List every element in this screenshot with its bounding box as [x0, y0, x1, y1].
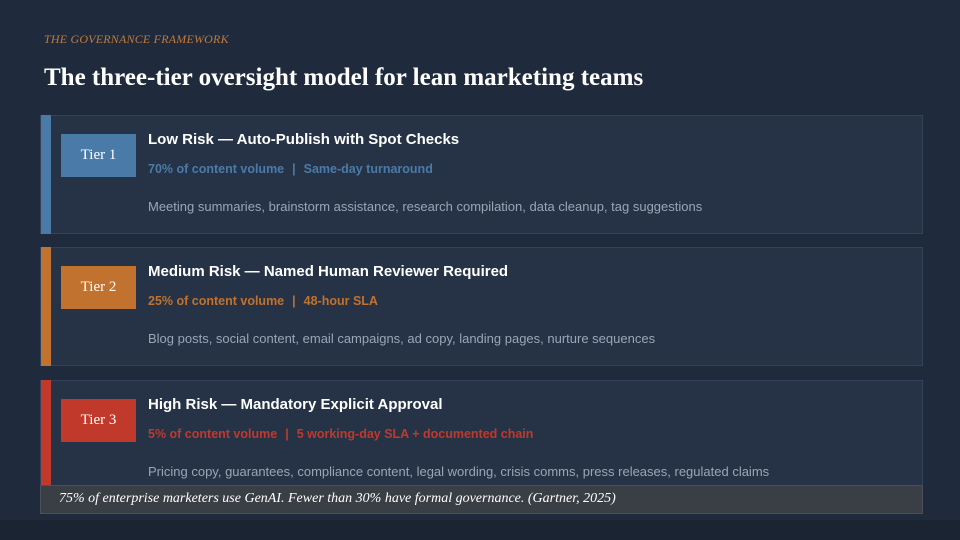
tier-2-accent-bar: [41, 247, 51, 366]
tier-1-description: Meeting summaries, brainstorm assistance…: [148, 199, 703, 214]
tier-2-heading: Medium Risk — Named Human Reviewer Requi…: [148, 263, 509, 280]
tier-3-description: Pricing copy, guarantees, compliance con…: [148, 464, 770, 479]
tier-3-heading: High Risk — Mandatory Explicit Approval: [148, 396, 443, 413]
tier-2-description: Blog posts, social content, email campai…: [148, 331, 656, 346]
tier-1-separator: |: [292, 162, 296, 176]
tier-2-card: Tier 2 Medium Risk — Named Human Reviewe…: [40, 247, 923, 366]
tier-1-accent-bar: [41, 115, 51, 234]
tier-3-stats: 5% of content volume | 5 working-day SLA +…: [148, 427, 533, 441]
tier-1-heading: Low Risk — Auto-Publish with Spot Checks: [148, 131, 460, 148]
tier-2-badge: Tier 2: [61, 266, 136, 309]
tier-3-separator: |: [285, 427, 289, 441]
slide-title: The three-tier oversight model for lean …: [44, 64, 644, 91]
tier-1-badge: Tier 1: [61, 134, 136, 177]
tier-1-volume: 70% of content volume: [148, 162, 285, 176]
tier-1-stats: 70% of content volume | Same-day turnaroun…: [148, 162, 433, 176]
tier-2-volume: 25% of content volume: [148, 294, 285, 308]
tier-3-accent-bar: [41, 380, 51, 499]
section-kicker: THE GOVERNANCE FRAMEWORK: [44, 32, 229, 46]
tier-3-card: Tier 3 High Risk — Mandatory Explicit Ap…: [40, 380, 923, 499]
tier-2-stats: 25% of content volume | 48-hour SLA: [148, 294, 378, 308]
tier-3-volume: 5% of content volume: [148, 427, 278, 441]
tier-3-turnaround: 5 working-day SLA + documented chain: [296, 427, 534, 441]
tier-1-card: Tier 1 Low Risk — Auto-Publish with Spot…: [40, 115, 923, 234]
tier-1-turnaround: Same-day turnaround: [303, 162, 433, 176]
tier-2-separator: |: [292, 294, 296, 308]
bottom-strip: [0, 520, 960, 540]
tier-3-badge: Tier 3: [61, 399, 136, 442]
tier-2-turnaround: 48-hour SLA: [303, 294, 378, 308]
source-footnote: 75% of enterprise marketers use GenAI. F…: [40, 485, 923, 514]
